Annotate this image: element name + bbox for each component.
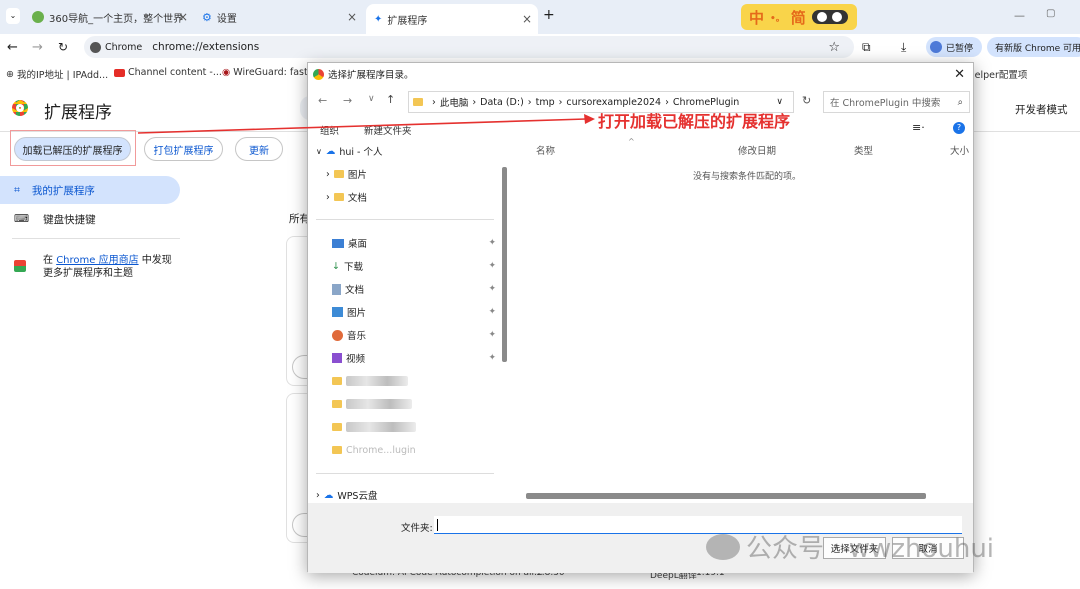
annotation-text: 打开加载已解压的扩展程序 — [598, 112, 791, 131]
watermark: 公众号 · wwzhouhui — [706, 528, 994, 565]
watermark-text: 公众号 · wwzhouhui — [746, 534, 995, 564]
annotation-arrow — [137, 114, 595, 134]
wechat-icon — [706, 533, 740, 560]
